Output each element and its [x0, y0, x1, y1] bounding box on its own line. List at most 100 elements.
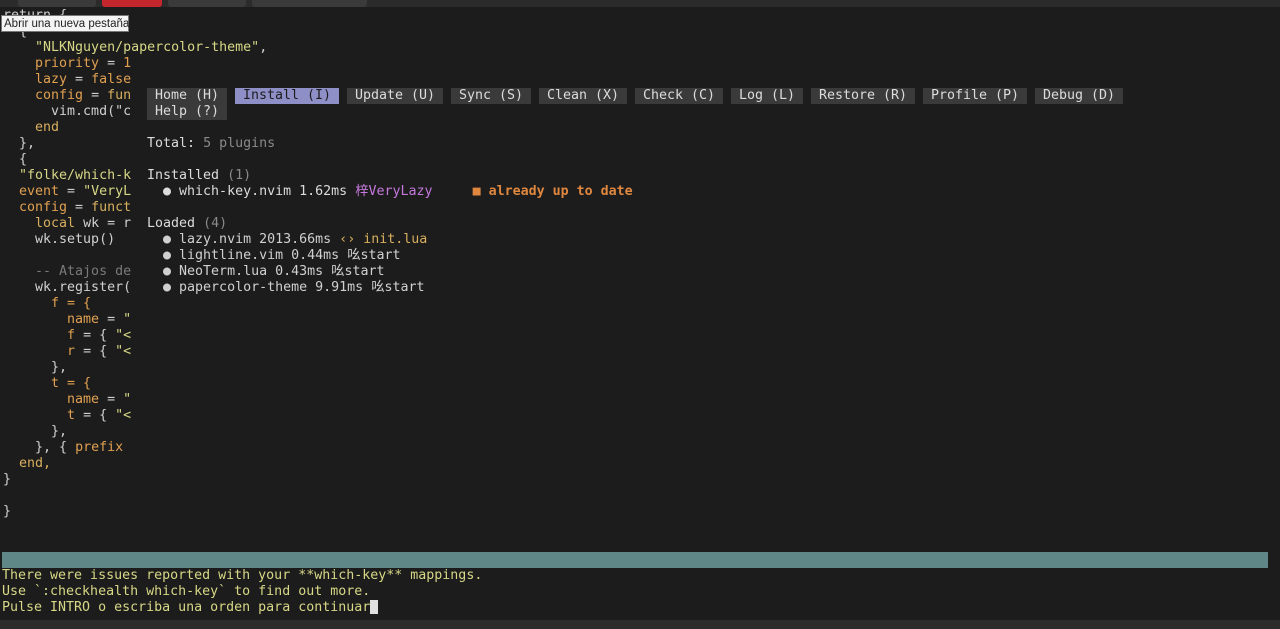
plugin-name: NeoTerm.lua [179, 264, 268, 279]
code-token: funct [91, 200, 132, 215]
plugin-row[interactable]: ● papercolor-theme 9.91ms 吆start [163, 280, 425, 296]
code-line: f = { "< [3, 328, 131, 344]
bullet-icon: ● [163, 280, 172, 295]
lazy-check-button[interactable]: Check (C) [635, 88, 724, 104]
code-token: " [123, 312, 132, 327]
plugin-source: VeryLazy [368, 184, 433, 199]
code-token: vim.cmd("c [3, 104, 132, 119]
lazy-restore-button[interactable]: Restore (R) [811, 88, 916, 104]
code-line: end, [3, 456, 51, 472]
code-token: = [83, 88, 108, 103]
code-token: }, [3, 424, 68, 439]
code-token: }, [3, 136, 36, 151]
window-bottom-edge [0, 620, 1280, 629]
code-token: = [99, 56, 124, 71]
code-token: , [259, 40, 268, 55]
lazy-debug-button[interactable]: Debug (D) [1035, 88, 1124, 104]
scrollbar[interactable] [1268, 7, 1280, 552]
loaded-count: (4) [203, 216, 228, 231]
plugin-name: lazy.nvim [179, 232, 252, 247]
code-token: "< [115, 328, 132, 343]
code-token: name [3, 392, 100, 407]
loaded-title: Loaded [147, 216, 196, 231]
plugin-source: start [344, 264, 385, 279]
message-line-2: Use `:checkhealth which-key` to find out… [2, 584, 371, 599]
code-icon: ‹› [339, 232, 356, 247]
bullet-icon: ● [163, 232, 172, 247]
command-prompt[interactable]: Pulse INTRO o escriba una orden para con… [2, 600, 379, 616]
code-token: } [3, 472, 12, 487]
code-line: "NLKNguyen/papercolor-theme", [3, 40, 267, 56]
tab-3[interactable] [168, 0, 246, 7]
tab-2[interactable] [102, 0, 162, 7]
code-token: = [99, 392, 124, 407]
code-token: = [67, 72, 92, 87]
code-line: local wk = r [3, 216, 131, 232]
lazy-log-button[interactable]: Log (L) [731, 88, 804, 104]
code-line: name = " [3, 392, 131, 408]
code-token: } [3, 504, 12, 519]
lazy-sync-button[interactable]: Sync (S) [451, 88, 532, 104]
code-token: = { [75, 408, 116, 423]
start-icon: 吆 [347, 248, 361, 263]
code-token: local [3, 216, 76, 231]
code-token: lazy [3, 72, 68, 87]
plugin-time: 9.91ms [315, 280, 364, 295]
lazy-home-button[interactable]: Home (H) [147, 88, 228, 104]
code-token: config [3, 200, 68, 215]
code-token: "< [115, 344, 132, 359]
code-line: }, [3, 136, 35, 152]
lazy-clean-button[interactable]: Clean (X) [539, 88, 628, 104]
code-token: false [91, 72, 132, 87]
lazy-help-button[interactable]: Help (?) [147, 104, 228, 120]
code-line: t = { [3, 376, 91, 392]
code-token: = { [75, 328, 116, 343]
code-line: name = " [3, 312, 131, 328]
tab-1[interactable] [18, 0, 96, 7]
lazy-install-button[interactable]: Install (I) [235, 88, 340, 104]
code-token: "< [115, 408, 132, 423]
code-line: vim.cmd("c [3, 104, 131, 120]
code-line: config = fun [3, 88, 131, 104]
plugin-time: 1.62ms [299, 184, 348, 199]
bullet-icon: ● [163, 184, 172, 199]
plugin-source: init.lua [363, 232, 428, 247]
tab-4[interactable] [252, 0, 367, 7]
code-line: } [3, 504, 11, 520]
code-token: wk = r [75, 216, 132, 231]
code-token: f = { [3, 296, 92, 311]
cursor [370, 600, 379, 614]
code-token: wk.setup() [3, 232, 116, 247]
code-line: -- Atajos de [3, 264, 131, 280]
plugin-row[interactable]: ● lightline.vim 0.44ms 吆start [163, 248, 401, 264]
plugin-time: 0.44ms [291, 248, 340, 263]
code-line: f = { [3, 296, 91, 312]
code-token: }, [3, 360, 68, 375]
code-token: "VeryL [83, 184, 132, 199]
lazy-update-button[interactable]: Update (U) [347, 88, 444, 104]
installed-count: (1) [227, 168, 252, 183]
status-line [2, 552, 1268, 568]
code-token: = [59, 184, 84, 199]
plugin-name: which-key.nvim [179, 184, 292, 199]
lazy-profile-button[interactable]: Profile (P) [923, 88, 1028, 104]
installed-heading: Installed (1) [147, 168, 251, 184]
total-row: Total: 5 plugins [147, 136, 275, 152]
code-token: }, { [3, 440, 76, 455]
total-label: Total: [147, 136, 196, 151]
code-token: t = { [3, 376, 92, 391]
message-line-1: There were issues reported with your **w… [2, 568, 483, 583]
new-tab-tooltip: Abrir una nueva pestaña [1, 15, 129, 32]
plugin-row[interactable]: ● lazy.nvim 2013.66ms ‹› init.lua [163, 232, 427, 248]
code-line: }, [3, 360, 67, 376]
code-line: lazy = false [3, 72, 131, 88]
plugin-row[interactable]: ● NeoTerm.lua 0.43ms 吆start [163, 264, 385, 280]
plugin-row[interactable]: ● which-key.nvim 1.62ms 梓VeryLazy ■ alre… [163, 184, 633, 200]
installed-title: Installed [147, 168, 220, 183]
code-token: "folke/which-k [3, 168, 132, 183]
code-line: event = "VeryL [3, 184, 131, 200]
code-line: priority = 1 [3, 56, 131, 72]
event-icon: 梓 [355, 184, 369, 199]
code-line: "folke/which-k [3, 168, 131, 184]
plugin-name: lightline.vim [179, 248, 284, 263]
